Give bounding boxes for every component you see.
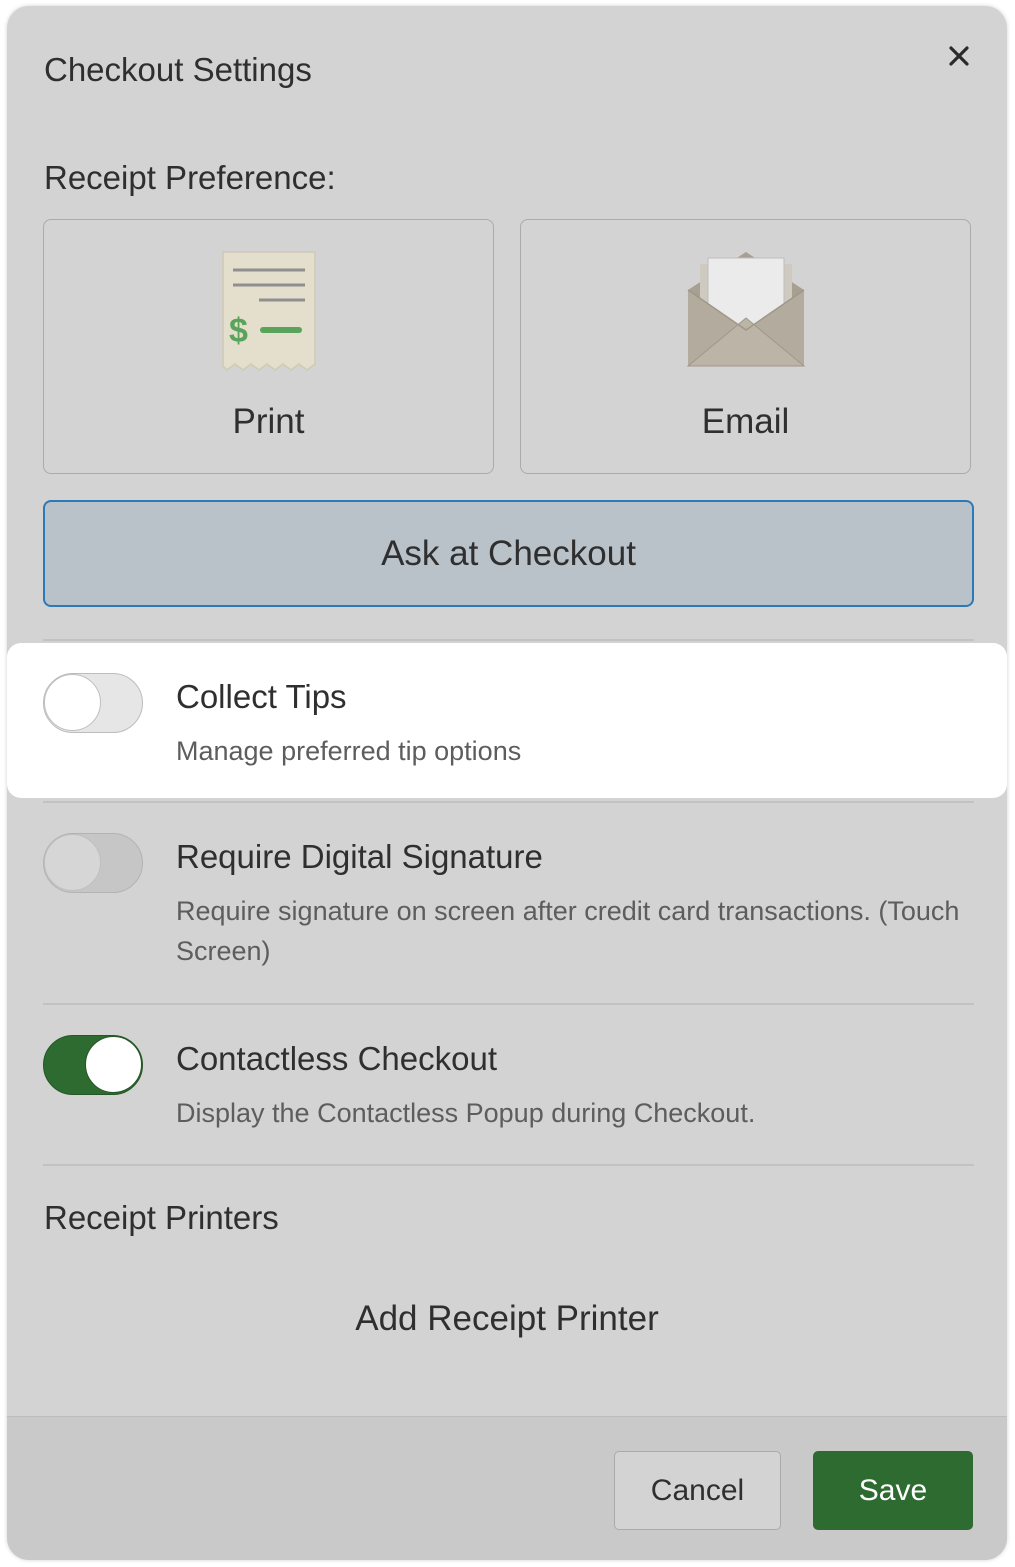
contactless-checkout-toggle[interactable] [43, 1035, 143, 1095]
setting-row-contactless-checkout: Contactless Checkout Display the Contact… [7, 1005, 1007, 1163]
svg-text:$: $ [229, 312, 248, 350]
dialog-footer: Cancel Save [7, 1416, 1007, 1560]
print-option-label: Print [232, 402, 305, 441]
receipt-preference-label: Receipt Preference: [44, 159, 336, 196]
contactless-checkout-title: Contactless Checkout [176, 1040, 497, 1077]
print-option-button[interactable]: $ Print [43, 219, 494, 474]
ask-at-checkout-button[interactable]: Ask at Checkout [43, 500, 974, 607]
collect-tips-title: Collect Tips [176, 678, 347, 715]
email-option-button[interactable]: Email [520, 219, 971, 474]
save-button[interactable]: Save [813, 1451, 973, 1530]
digital-signature-toggle[interactable] [43, 833, 143, 893]
close-icon [949, 46, 969, 66]
setting-row-collect-tips: Collect Tips Manage preferred tip option… [7, 643, 1007, 798]
toggle-knob [85, 1036, 142, 1093]
envelope-icon [686, 252, 805, 367]
close-button[interactable] [937, 34, 981, 78]
add-receipt-printer-button[interactable]: Add Receipt Printer [7, 1299, 1007, 1339]
contactless-checkout-description: Display the Contactless Popup during Che… [176, 1098, 756, 1128]
dialog-title: Checkout Settings [44, 51, 312, 88]
receipt-icon: $ [221, 251, 316, 371]
checkout-settings-dialog: Checkout Settings Receipt Preference: $ … [7, 6, 1007, 1560]
collect-tips-toggle[interactable] [43, 673, 143, 733]
divider [43, 639, 974, 641]
divider [43, 1164, 974, 1166]
collect-tips-description: Manage preferred tip options [176, 736, 522, 766]
cancel-button[interactable]: Cancel [614, 1451, 781, 1530]
toggle-knob [44, 834, 101, 891]
digital-signature-title: Require Digital Signature [176, 838, 543, 875]
receipt-printers-label: Receipt Printers [44, 1199, 279, 1236]
setting-row-digital-signature: Require Digital Signature Require signat… [7, 803, 1007, 1003]
email-option-label: Email [701, 402, 790, 441]
toggle-knob [44, 674, 101, 731]
digital-signature-description: Require signature on screen after credit… [176, 896, 960, 966]
